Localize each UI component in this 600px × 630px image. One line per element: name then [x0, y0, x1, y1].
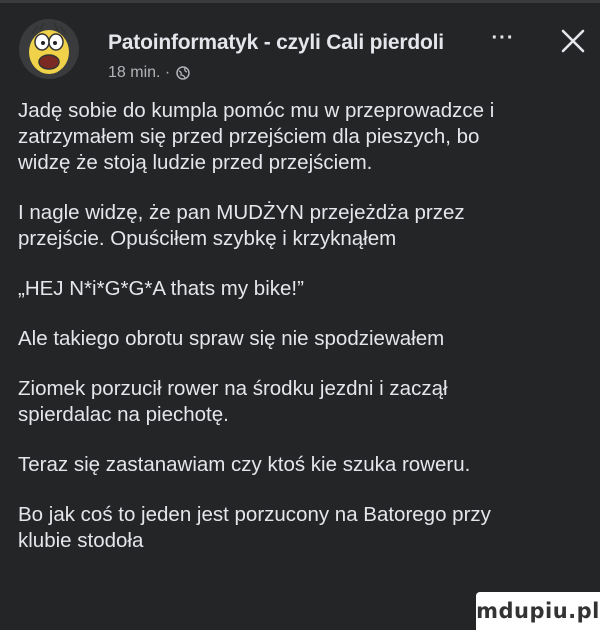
post-line: widzę że stoją ludzie przed przejściem.: [18, 151, 373, 174]
watermark-logo: mdupiu.pl: [476, 592, 600, 630]
close-icon[interactable]: [558, 26, 588, 56]
post-paragraph: Ale takiego obrotu spraw się nie spodzie…: [18, 326, 588, 352]
post-line: Teraz się zastanawiam czy ktoś kie szuka…: [18, 453, 471, 476]
post-line: przejście. Opuściłem szybkę i krzyknąłem: [18, 227, 397, 250]
post-line: zatrzymałem się przed przejściem dla pie…: [18, 125, 480, 148]
post-line: Ale takiego obrotu spraw się nie spodzie…: [18, 327, 445, 350]
post-line: „HEJ N*i*G*G*A thats my bike!”: [18, 277, 304, 300]
post-author[interactable]: Patoinformatyk - czyli Cali pierdoli: [108, 31, 444, 55]
post-line: Jadę sobie do kumpla pomóc mu w przeprow…: [18, 99, 495, 122]
post-line: Bo jak coś to jeden jest porzucony na Ba…: [18, 503, 491, 526]
post-line: I nagle widzę, że pan MUDŻYN przejeżdża …: [18, 201, 465, 224]
post-paragraph: I nagle widzę, że pan MUDŻYN przejeżdża …: [18, 200, 588, 252]
post-line: Ziomek porzucił rower na środku jezdni i…: [18, 377, 448, 400]
globe-icon: [176, 66, 190, 80]
post-paragraph: Jadę sobie do kumpla pomóc mu w przeprow…: [18, 98, 588, 176]
post-paragraph: Ziomek porzucił rower na środku jezdni i…: [18, 376, 588, 428]
post-line: klubie stodoła: [18, 529, 144, 552]
post-paragraph: Teraz się zastanawiam czy ktoś kie szuka…: [18, 452, 588, 478]
post-paragraph: „HEJ N*i*G*G*A thats my bike!”: [18, 276, 588, 302]
more-icon[interactable]: ···: [483, 28, 523, 54]
post-header: Patoinformatyk - czyli Cali pierdoli 18 …: [18, 14, 588, 84]
avatar[interactable]: [18, 18, 80, 80]
post-line: spierdalac na piechotę.: [18, 403, 229, 426]
top-divider: [0, 0, 600, 3]
post-paragraph: Bo jak coś to jeden jest porzucony na Ba…: [18, 502, 588, 554]
post-time[interactable]: 18 min. ·: [108, 64, 170, 82]
post-meta: 18 min. ·: [108, 64, 190, 82]
post-body: Jadę sobie do kumpla pomóc mu w przeprow…: [18, 98, 588, 578]
